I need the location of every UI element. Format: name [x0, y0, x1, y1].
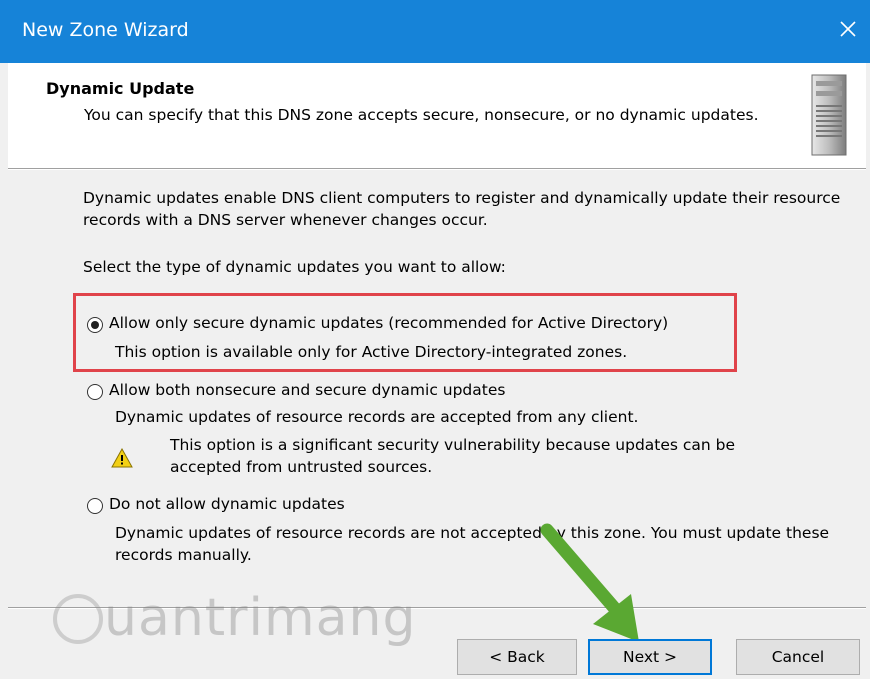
- next-button[interactable]: Next >: [588, 639, 712, 675]
- option-label-both[interactable]: Allow both nonsecure and secure dynamic …: [109, 379, 729, 401]
- green-arrow-icon: [540, 523, 639, 642]
- wizard-window: New Zone Wizard Dynamic Update You can s…: [0, 0, 870, 679]
- back-button[interactable]: < Back: [457, 639, 577, 675]
- radio-button-secure[interactable]: [87, 317, 103, 333]
- cancel-button[interactable]: Cancel: [736, 639, 860, 675]
- radio-button-none[interactable]: [87, 498, 103, 514]
- window-title: New Zone Wizard: [22, 19, 189, 41]
- option-description-none: Dynamic updates of resource records are …: [115, 524, 830, 564]
- page-description: You can specify that this DNS zone accep…: [84, 106, 759, 124]
- option-description-both: Dynamic updates of resource records are …: [115, 408, 639, 426]
- header-divider-highlight: [8, 169, 866, 170]
- wizard-header: Dynamic Update You can specify that this…: [8, 63, 866, 168]
- option-label-secure[interactable]: Allow only secure dynamic updates (recom…: [109, 312, 729, 334]
- watermark-bulb-icon: [53, 594, 103, 644]
- watermark: uantrimang: [104, 588, 417, 648]
- warning-icon: [111, 447, 133, 472]
- option-label-none[interactable]: Do not allow dynamic updates: [109, 493, 729, 515]
- radio-selected-dot: [91, 321, 99, 329]
- option-description-secure: This option is available only for Active…: [115, 343, 628, 361]
- close-icon[interactable]: [834, 15, 862, 43]
- server-icon: [806, 71, 852, 163]
- page-title: Dynamic Update: [46, 79, 195, 98]
- intro-text: Dynamic updates enable DNS client comput…: [83, 189, 841, 229]
- prompt-text: Select the type of dynamic updates you w…: [83, 258, 506, 276]
- warning-text: This option is a significant security vu…: [170, 436, 736, 476]
- radio-button-both[interactable]: [87, 384, 103, 400]
- title-bar[interactable]: New Zone Wizard: [0, 0, 870, 63]
